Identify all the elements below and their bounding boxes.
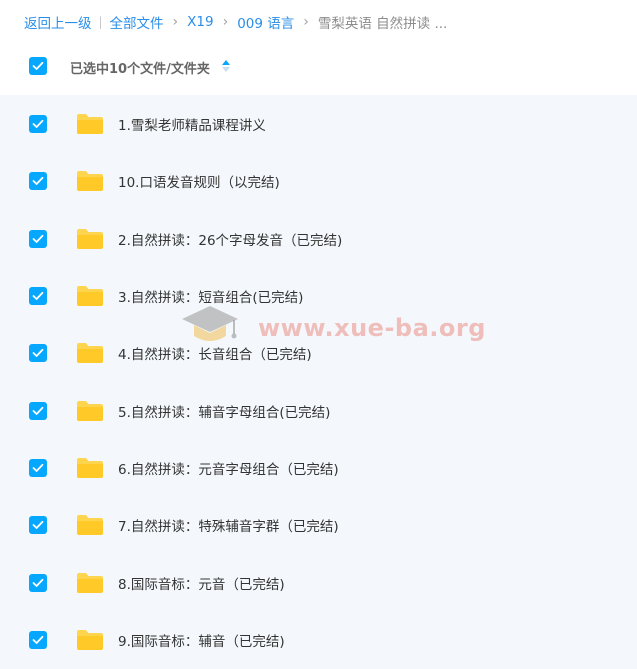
row-checkbox[interactable]: [29, 402, 47, 420]
breadcrumb-current: 雪梨英语 自然拼读 ...: [317, 16, 448, 32]
file-name[interactable]: 9.国际音标：辅音（已完结): [118, 630, 285, 650]
list-header: 已选中10个文件/文件夹: [0, 50, 637, 82]
folder-icon: [77, 458, 103, 478]
file-row[interactable]: 6.自然拼读：元音字母组合（已完结): [0, 439, 637, 496]
row-checkbox[interactable]: [29, 287, 47, 305]
file-row[interactable]: 1.雪梨老师精品课程讲义: [0, 95, 637, 152]
folder-icon: [77, 515, 103, 535]
check-icon: [32, 348, 44, 357]
file-list: 1.雪梨老师精品课程讲义 10.口语发音规则（以完结) 2.自然拼读：26个字母发音…: [0, 95, 637, 669]
row-checkbox[interactable]: [29, 344, 47, 362]
file-row[interactable]: 3.自然拼读：短音组合(已完结): [0, 267, 637, 324]
check-icon: [32, 406, 44, 415]
breadcrumb: 返回上一级 | 全部文件 › X19 › 009 语言 › 雪梨英语 自然拼读 …: [24, 11, 447, 33]
row-checkbox[interactable]: [29, 115, 47, 133]
file-name[interactable]: 10.口语发音规则（以完结): [118, 171, 280, 191]
file-row[interactable]: 10.口语发音规则（以完结): [0, 152, 637, 209]
row-checkbox[interactable]: [29, 574, 47, 592]
folder-icon: [77, 286, 103, 306]
folder-icon: [77, 401, 103, 421]
check-icon: [32, 234, 44, 243]
file-row[interactable]: 2.自然拼读：26个字母发音（已完结): [0, 210, 637, 267]
selection-count: 已选中10个文件/文件夹: [70, 62, 210, 77]
file-name[interactable]: 4.自然拼读：长音组合（已完结): [118, 343, 312, 363]
file-name[interactable]: 3.自然拼读：短音组合(已完结): [118, 286, 303, 306]
breadcrumb-x19[interactable]: X19: [187, 14, 213, 30]
file-name[interactable]: 7.自然拼读：特殊辅音字群（已完结): [118, 515, 339, 535]
check-icon: [32, 119, 44, 128]
folder-icon: [77, 573, 103, 593]
folder-icon: [77, 114, 103, 134]
file-name[interactable]: 1.雪梨老师精品课程讲义: [118, 114, 266, 134]
file-name[interactable]: 5.自然拼读：辅音字母组合(已完结): [118, 401, 330, 421]
check-icon: [32, 578, 44, 587]
chevron-right-icon: ›: [172, 14, 179, 30]
check-icon: [32, 291, 44, 300]
row-checkbox[interactable]: [29, 230, 47, 248]
check-icon: [32, 463, 44, 472]
file-row[interactable]: 8.国际音标：元音（已完结): [0, 554, 637, 611]
chevron-right-icon: ›: [303, 14, 309, 30]
file-row[interactable]: 4.自然拼读：长音组合（已完结): [0, 324, 637, 381]
check-icon: [32, 176, 44, 185]
file-name[interactable]: 6.自然拼读：元音字母组合（已完结): [118, 458, 339, 478]
check-icon: [32, 61, 44, 70]
breadcrumb-language[interactable]: 009 语言: [237, 12, 294, 32]
check-icon: [32, 520, 44, 529]
file-row[interactable]: 7.自然拼读：特殊辅音字群（已完结): [0, 496, 637, 553]
row-checkbox[interactable]: [29, 459, 47, 477]
folder-icon: [77, 630, 103, 650]
row-checkbox[interactable]: [29, 516, 47, 534]
chevron-right-icon: ›: [222, 14, 229, 30]
file-row[interactable]: 5.自然拼读：辅音字母组合(已完结): [0, 382, 637, 439]
check-icon: [32, 635, 44, 644]
file-row[interactable]: 9.国际音标：辅音（已完结): [0, 611, 637, 668]
select-all-checkbox[interactable]: [29, 57, 47, 75]
back-link[interactable]: 返回上一级: [24, 12, 92, 32]
folder-icon: [77, 171, 103, 191]
folder-icon: [77, 229, 103, 249]
row-checkbox[interactable]: [29, 172, 47, 190]
breadcrumb-all-files[interactable]: 全部文件: [110, 12, 164, 32]
file-name[interactable]: 8.国际音标：元音（已完结): [118, 573, 285, 593]
row-checkbox[interactable]: [29, 631, 47, 649]
folder-icon: [77, 343, 103, 363]
sort-icon[interactable]: [221, 59, 231, 73]
breadcrumb-divider: |: [98, 15, 103, 29]
file-name[interactable]: 2.自然拼读：26个字母发音（已完结): [118, 229, 342, 249]
